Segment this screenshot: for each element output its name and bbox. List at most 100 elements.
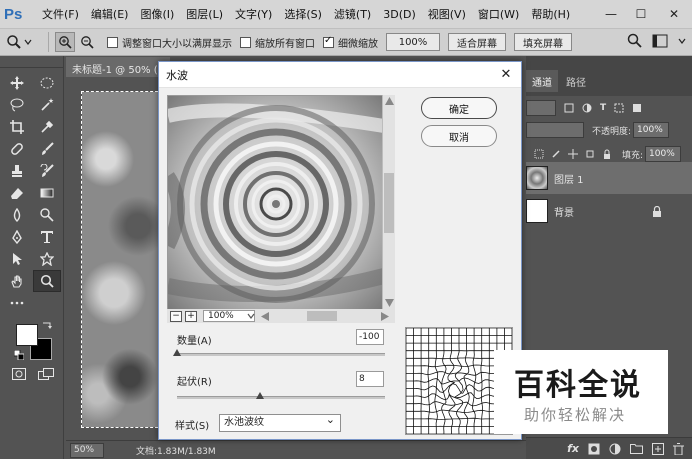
zoom-tool[interactable]: [33, 270, 61, 292]
amount-input[interactable]: -100: [356, 329, 384, 345]
menu-3d[interactable]: 3D(D): [383, 8, 416, 21]
layer-row[interactable]: 图层 1: [526, 162, 692, 194]
close-icon[interactable]: ✕: [497, 65, 515, 83]
close-window-button[interactable]: ✕: [656, 0, 692, 28]
zoom-all-windows-checkbox[interactable]: 缩放所有窗口: [240, 35, 315, 50]
tool-preset-picker[interactable]: [6, 32, 42, 52]
type-tool[interactable]: [33, 226, 61, 248]
filter-kind-select[interactable]: [526, 100, 556, 116]
amount-slider[interactable]: [173, 349, 385, 356]
crop-tool[interactable]: [3, 116, 31, 138]
ridges-slider[interactable]: [177, 392, 385, 399]
healing-brush-tool[interactable]: [3, 138, 31, 160]
filter-shape-icon[interactable]: [614, 103, 624, 113]
tab-paths[interactable]: 路径: [560, 70, 592, 92]
dodge-tool[interactable]: [33, 204, 61, 226]
filter-preview[interactable]: [161, 95, 395, 310]
lock-brush-icon[interactable]: [551, 149, 561, 159]
cancel-button[interactable]: 取消: [421, 125, 497, 147]
document-canvas[interactable]: [81, 91, 163, 428]
custom-shape-tool[interactable]: [33, 248, 61, 270]
preview-vertical-scroll-thumb[interactable]: [384, 173, 394, 233]
ridges-slider-knob[interactable]: [256, 392, 265, 399]
search-icon[interactable]: [627, 33, 642, 48]
document-tab[interactable]: 未标题-1 @ 50% (: [66, 57, 170, 77]
ridges-input[interactable]: 8: [356, 371, 384, 387]
foreground-color-swatch[interactable]: [16, 324, 38, 346]
menu-edit[interactable]: 编辑(E): [91, 6, 129, 22]
scrubby-zoom-checkbox[interactable]: 细微缩放: [323, 35, 378, 50]
zoom-out-preview-button[interactable]: −: [170, 310, 182, 322]
new-group-icon[interactable]: [630, 443, 643, 454]
fit-screen-button[interactable]: 适合屏幕: [448, 33, 506, 51]
quick-mask-icon[interactable]: [12, 368, 26, 380]
preview-horizontal-scroll-thumb[interactable]: [307, 311, 337, 321]
history-brush-tool[interactable]: [33, 160, 61, 182]
lasso-tool[interactable]: [3, 94, 31, 116]
screen-mode-icon[interactable]: [38, 368, 54, 380]
eyedropper-tool[interactable]: [33, 116, 61, 138]
resize-windows-checkbox[interactable]: 调整窗口大小以满屏显示: [107, 35, 232, 50]
menu-window[interactable]: 窗口(W): [478, 6, 519, 22]
move-tool[interactable]: [3, 72, 31, 94]
chevron-down-icon[interactable]: [247, 312, 255, 320]
opacity-input[interactable]: 100%: [633, 122, 670, 138]
document-info[interactable]: 文档:1.83M/1.83M: [136, 444, 216, 457]
zoom-level-field[interactable]: 50%: [70, 442, 104, 458]
eraser-tool[interactable]: [3, 182, 31, 204]
toolbox-grip[interactable]: [0, 56, 63, 68]
swap-colors-icon[interactable]: [42, 320, 52, 330]
extras-tool[interactable]: [3, 292, 31, 314]
gradient-tool[interactable]: [33, 182, 61, 204]
filter-pixel-icon[interactable]: [564, 103, 574, 113]
scroll-right-icon[interactable]: [381, 312, 389, 321]
path-selection-tool[interactable]: [3, 248, 31, 270]
tab-channels[interactable]: 通道: [526, 70, 558, 92]
maximize-button[interactable]: ☐: [626, 0, 656, 28]
add-mask-icon[interactable]: [588, 443, 600, 455]
scrubby-zoom-box[interactable]: [323, 35, 334, 48]
filter-adjust-icon[interactable]: [582, 103, 592, 113]
ok-button[interactable]: 确定: [421, 97, 497, 119]
zoom-in-preview-button[interactable]: +: [185, 310, 197, 322]
filter-smart-icon[interactable]: [632, 103, 642, 113]
menu-help[interactable]: 帮助(H): [531, 6, 570, 22]
minimize-button[interactable]: —: [596, 0, 626, 28]
style-select[interactable]: 水池波纹: [219, 412, 341, 432]
scroll-up-icon[interactable]: [385, 97, 394, 105]
menu-filter[interactable]: 滤镜(T): [334, 6, 371, 22]
layer-row[interactable]: 背景: [526, 195, 692, 227]
marquee-tool[interactable]: [33, 72, 61, 94]
scroll-down-icon[interactable]: [385, 299, 394, 307]
menu-select[interactable]: 选择(S): [284, 6, 322, 22]
chevron-down-icon[interactable]: [678, 37, 686, 45]
menu-type[interactable]: 文字(Y): [235, 6, 272, 22]
magic-wand-tool[interactable]: [33, 94, 61, 116]
brush-tool[interactable]: [33, 138, 61, 160]
clone-stamp-tool[interactable]: [3, 160, 31, 182]
amount-slider-knob[interactable]: [173, 349, 181, 356]
blur-tool[interactable]: [3, 204, 31, 226]
fill-screen-button[interactable]: 填充屏幕: [514, 33, 572, 51]
resize-windows-box[interactable]: [107, 36, 118, 48]
new-layer-icon[interactable]: [652, 442, 664, 455]
menu-image[interactable]: 图像(I): [140, 6, 174, 22]
default-colors-icon[interactable]: [14, 350, 24, 360]
lock-all-icon[interactable]: [602, 149, 612, 159]
zoom-out-button[interactable]: [77, 32, 97, 52]
hand-tool[interactable]: [3, 270, 31, 292]
pen-tool[interactable]: [3, 226, 31, 248]
adjustment-layer-icon[interactable]: [609, 443, 621, 455]
zoom-all-box[interactable]: [240, 36, 251, 48]
menu-view[interactable]: 视图(V): [428, 6, 466, 22]
menu-file[interactable]: 文件(F): [42, 6, 79, 22]
lock-pixels-icon[interactable]: [534, 149, 544, 159]
scroll-left-icon[interactable]: [261, 312, 269, 321]
fill-input[interactable]: 100%: [645, 146, 682, 162]
preview-vertical-scrollbar[interactable]: [382, 95, 395, 310]
fx-button[interactable]: fx: [567, 442, 579, 455]
filter-type-icon[interactable]: T: [600, 103, 606, 113]
zoom-100-button[interactable]: 100%: [386, 33, 440, 51]
lock-artboard-icon[interactable]: [585, 149, 595, 159]
blend-mode-select[interactable]: [526, 122, 584, 138]
